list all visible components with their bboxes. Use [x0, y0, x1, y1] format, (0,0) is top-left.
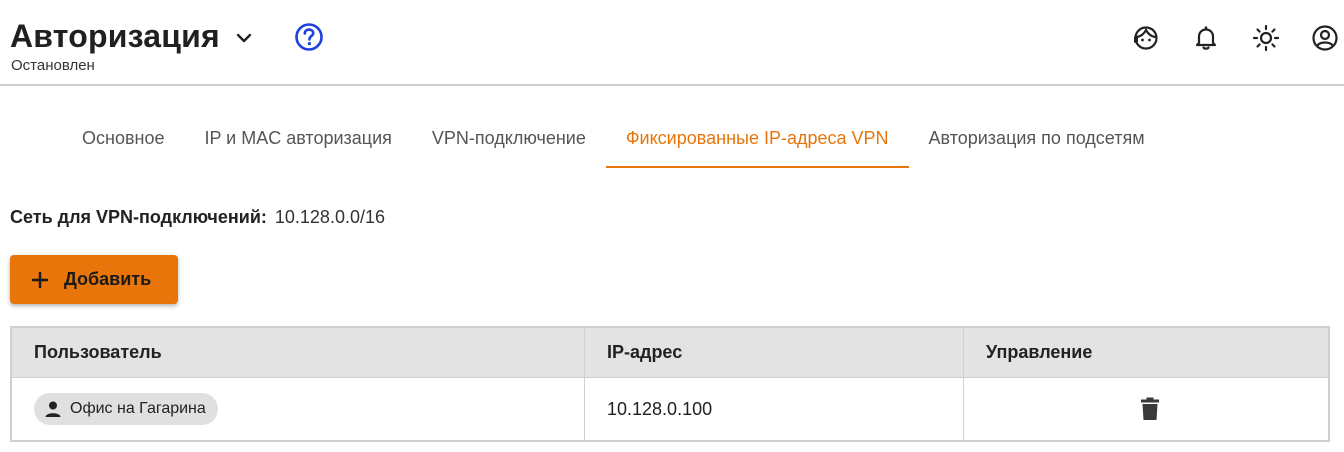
ip-cell: 10.128.0.100 — [585, 378, 964, 440]
support-agent-icon[interactable] — [1132, 24, 1160, 52]
add-button-label: Добавить — [64, 269, 152, 289]
user-cell: Офис на Гагарина — [12, 378, 585, 440]
table-row: Офис на Гагарина 10.128.0.100 — [12, 378, 1328, 440]
bell-icon[interactable] — [1192, 24, 1220, 52]
sun-icon[interactable] — [1252, 24, 1280, 52]
service-status: Остановлен — [11, 57, 95, 74]
help-circle-icon[interactable] — [294, 22, 324, 52]
add-button[interactable]: Добавить — [10, 255, 178, 304]
chevron-down-icon[interactable] — [232, 26, 256, 50]
page-title: Авторизация — [10, 18, 220, 54]
vpn-network-value: 10.128.0.0/16 — [274, 207, 385, 227]
account-circle-icon[interactable] — [1311, 24, 1339, 52]
user-name: Офис на Гагарина — [70, 400, 206, 417]
column-header-user[interactable]: Пользователь — [12, 328, 585, 377]
vpn-network-label: Сеть для VPN-подключений: — [10, 207, 267, 227]
table-header: Пользователь IP-адрес Управление — [12, 328, 1328, 378]
tab-bar: Основное IP и MAC авторизация VPN-подклю… — [62, 110, 1165, 168]
person-icon — [45, 401, 61, 417]
app-header: Авторизация Остановлен — [0, 0, 1344, 86]
tab-fixed-vpn-ip[interactable]: Фиксированные IP-адреса VPN — [605, 110, 909, 168]
user-chip[interactable]: Офис на Гагарина — [34, 393, 218, 425]
trash-icon[interactable] — [1136, 395, 1164, 423]
actions-cell — [964, 378, 1328, 440]
tab-subnet-auth[interactable]: Авторизация по подсетям — [909, 110, 1165, 166]
tab-main[interactable]: Основное — [62, 110, 184, 166]
plus-icon — [32, 271, 48, 288]
fixed-ip-table: Пользователь IP-адрес Управление Офис на… — [10, 326, 1330, 442]
tab-vpn-connection[interactable]: VPN-подключение — [412, 110, 606, 166]
column-header-actions: Управление — [986, 342, 1093, 362]
vpn-network-info: Сеть для VPN-подключений: 10.128.0.0/16 — [10, 207, 385, 228]
tab-ip-mac-auth[interactable]: IP и MAC авторизация — [184, 110, 411, 166]
column-header-ip[interactable]: IP-адрес — [585, 328, 964, 377]
